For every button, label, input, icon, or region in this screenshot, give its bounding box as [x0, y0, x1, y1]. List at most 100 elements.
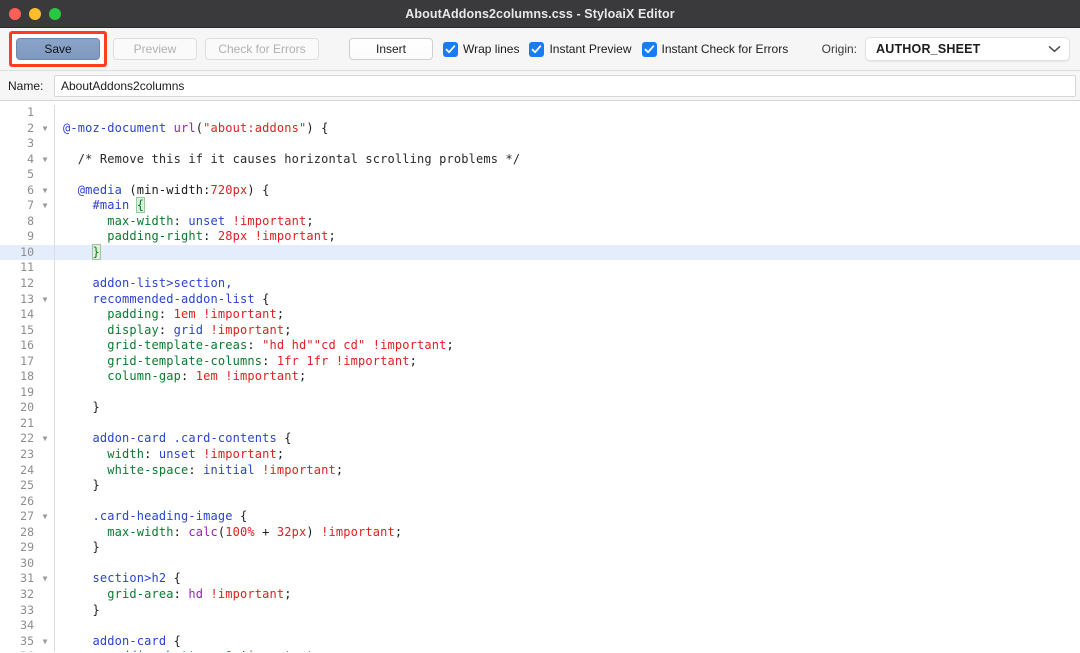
code-line[interactable]: 12 addon-list>section, [0, 276, 1080, 292]
fold-gutter-empty [36, 214, 54, 230]
code-line[interactable]: 4 ▼ /* Remove this if it causes horizonta… [0, 151, 1080, 168]
code-line[interactable]: 30 [0, 555, 1080, 572]
code-line-text [63, 167, 1080, 183]
line-number: 12 [20, 276, 34, 291]
code-line-text: } [63, 400, 100, 415]
gutter-divider [54, 447, 55, 463]
code-line-text: padding: 1em !important; [107, 307, 285, 322]
line-number: 5 [27, 167, 34, 182]
instant-preview-checkbox[interactable] [529, 41, 545, 57]
code-line[interactable]: 13 ▼ recommended-addon-list { [0, 291, 1080, 308]
fold-arrow-icon[interactable]: ▼ [36, 431, 54, 447]
code-line-text [63, 494, 1080, 510]
code-line[interactable]: 6 ▼ @media (min-width:720px) { [0, 182, 1080, 199]
instant-check-errors-checkbox-group[interactable]: Instant Check for Errors [641, 41, 788, 57]
code-line[interactable]: 20 } [0, 400, 1080, 416]
fold-gutter-empty [36, 416, 54, 432]
zoom-button[interactable] [49, 7, 61, 20]
code-line-text: padding-right: 28px !important; [107, 229, 336, 244]
line-number: 17 [20, 353, 34, 368]
code-line[interactable]: 24 white-space: initial !important; [0, 462, 1080, 479]
save-button[interactable]: Save [16, 38, 100, 60]
fold-arrow-icon[interactable]: ▼ [36, 183, 54, 199]
code-lines-container: 1 2 ▼ @-moz-document url("about:addons") {3… [0, 101, 1080, 652]
code-line[interactable]: 22 ▼ addon-card .card-contents { [0, 431, 1080, 448]
code-line-text: } [63, 478, 100, 493]
fold-gutter-empty [36, 229, 54, 245]
code-line[interactable]: 3 [0, 136, 1080, 152]
code-line[interactable]: 32 grid-area: hd !important; [0, 586, 1080, 603]
gutter-divider [54, 229, 55, 245]
code-line[interactable]: 9 padding-right: 28px !important; [0, 229, 1080, 245]
code-line[interactable]: 25 } [0, 478, 1080, 494]
instant-preview-checkbox-group[interactable]: Instant Preview [529, 41, 632, 57]
code-line[interactable]: 10 } [0, 243, 1080, 261]
code-line[interactable]: 28 max-width: calc(100% + 32px) !importa… [0, 524, 1080, 541]
gutter-divider [54, 633, 55, 650]
instant-check-errors-checkbox[interactable] [641, 41, 657, 57]
check-for-errors-button[interactable]: Check for Errors [205, 38, 319, 60]
code-line[interactable]: 19 [0, 384, 1080, 401]
save-button-annotation: Save [9, 31, 107, 67]
code-line[interactable]: 16 grid-template-areas: "hd hd""cd cd" !… [0, 338, 1080, 354]
origin-select[interactable]: AUTHOR_SHEET [865, 37, 1070, 61]
code-line[interactable]: 11 [0, 260, 1080, 277]
line-number: 21 [20, 415, 34, 430]
line-number: 30 [20, 555, 34, 570]
line-number: 1 [27, 105, 34, 119]
css-code-editor[interactable]: 1 2 ▼ @-moz-document url("about:addons") {3… [0, 101, 1080, 652]
code-line[interactable]: 27 ▼ .card-heading-image { [0, 509, 1080, 525]
gutter-divider [54, 276, 55, 292]
code-line[interactable]: 18 column-gap: 1em !important; [0, 369, 1080, 385]
insert-button[interactable]: Insert [349, 38, 433, 60]
line-number: 13 [20, 291, 34, 306]
fold-arrow-icon[interactable]: ▼ [36, 152, 54, 168]
code-line[interactable]: 21 [0, 415, 1080, 432]
line-number: 14 [20, 307, 34, 322]
minimize-button[interactable] [29, 7, 41, 20]
code-line-text: width: unset !important; [107, 447, 285, 462]
gutter-divider [54, 524, 55, 541]
wrap-lines-checkbox[interactable] [443, 41, 458, 57]
fold-arrow-icon[interactable]: ▼ [36, 292, 54, 308]
preview-button[interactable]: Preview [113, 38, 197, 60]
wrap-lines-checkbox-group[interactable]: Wrap lines [443, 41, 519, 57]
code-line[interactable]: 14 padding: 1em !important; [0, 307, 1080, 323]
fold-arrow-icon[interactable]: ▼ [36, 634, 54, 650]
fold-gutter-empty [36, 649, 54, 652]
fold-arrow-icon[interactable]: ▼ [36, 198, 54, 214]
code-line[interactable]: 1 [0, 105, 1080, 121]
code-line[interactable]: 34 [0, 618, 1080, 634]
fold-arrow-icon[interactable]: ▼ [36, 571, 54, 587]
code-line-text [63, 618, 1080, 634]
fold-arrow-icon[interactable]: ▼ [36, 121, 54, 137]
gutter-divider [54, 198, 55, 214]
line-number: 7 [27, 198, 34, 213]
line-number: 26 [20, 493, 34, 508]
line-number: 33 [20, 602, 34, 617]
origin-selected-value: AUTHOR_SHEET [876, 42, 981, 56]
code-line[interactable]: 7 ▼ #main { [0, 197, 1080, 214]
window-titlebar: AboutAddons2columns.css - StyloaiX Edito… [0, 0, 1080, 28]
code-line[interactable]: 15 display: grid !important; [0, 322, 1080, 339]
code-line[interactable]: 35 ▼ addon-card { [0, 633, 1080, 650]
editor-toolbar: Save Preview Check for Errors Insert Wra… [0, 28, 1080, 71]
code-line[interactable]: 33 } [0, 602, 1080, 619]
gutter-divider [54, 478, 55, 494]
code-line[interactable]: 26 [0, 493, 1080, 510]
code-line[interactable]: 2 ▼ @-moz-document url("about:addons") { [0, 120, 1080, 137]
line-number: 22 [20, 431, 34, 446]
code-line-text: } [63, 540, 100, 555]
code-line[interactable]: 23 width: unset !important; [0, 447, 1080, 463]
name-input[interactable]: AboutAddons2columns [54, 74, 1076, 97]
fold-arrow-icon[interactable]: ▼ [36, 509, 54, 525]
code-line-text: padding-bottom: 0 !important; [63, 649, 1080, 652]
code-line[interactable]: 8 max-width: unset !important; [0, 213, 1080, 230]
close-button[interactable] [9, 7, 21, 20]
code-line[interactable]: 5 [0, 167, 1080, 183]
code-line[interactable]: 36 padding-bottom: 0 !important; [0, 649, 1080, 652]
fold-gutter-empty [36, 603, 54, 619]
code-line[interactable]: 17 grid-template-columns: 1fr 1fr !impor… [0, 353, 1080, 370]
code-line[interactable]: 31 ▼ section>h2 { [0, 571, 1080, 587]
code-line[interactable]: 29 } [0, 540, 1080, 556]
